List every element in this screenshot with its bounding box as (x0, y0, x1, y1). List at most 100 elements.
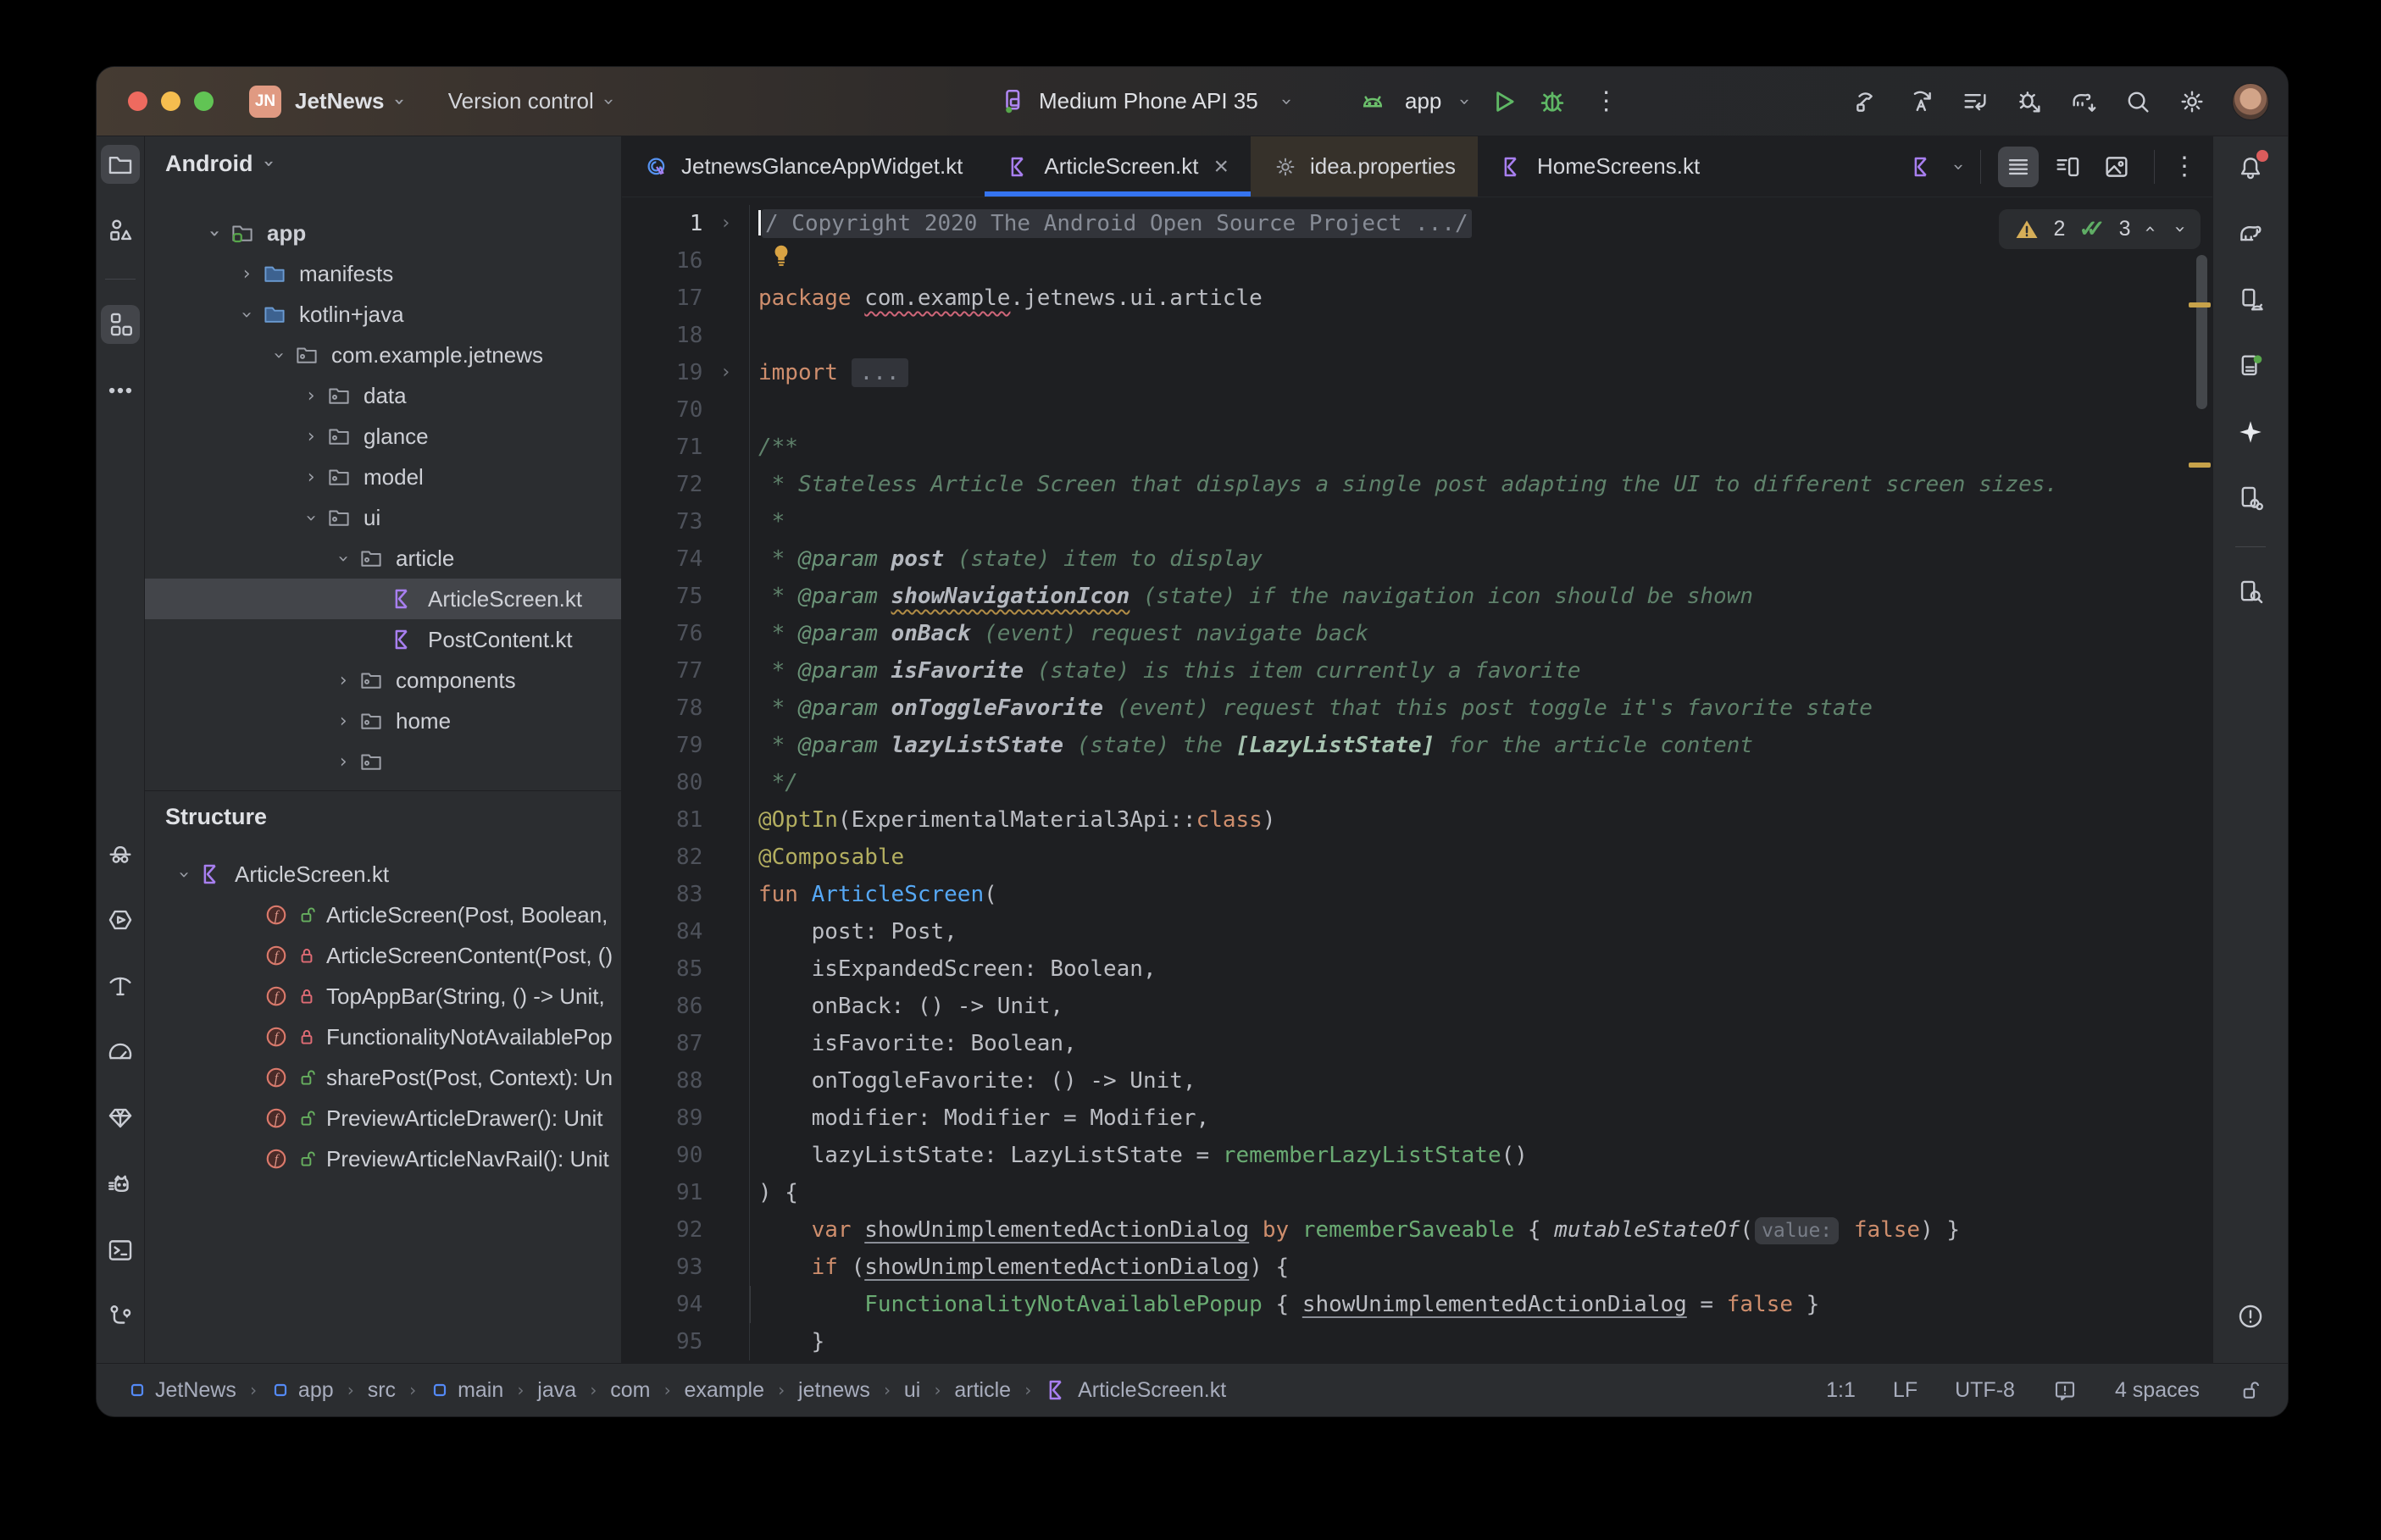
gutter[interactable]: 95 (622, 1323, 750, 1360)
structure-root[interactable]: ›ArticleScreen.kt (145, 854, 621, 895)
editor-scrollbar[interactable] (2196, 255, 2207, 409)
gutter[interactable]: 77 (622, 652, 750, 690)
gutter[interactable]: 93 (622, 1249, 750, 1286)
tool-more-h-button[interactable] (101, 371, 140, 410)
notifications-status-icon[interactable] (2052, 1377, 2078, 1403)
code-viewport[interactable]: 1›/ Copyright 2020 The Android Open Sour… (622, 197, 2212, 1363)
gutter[interactable]: 83 (622, 876, 750, 913)
editor-tab[interactable]: HomeScreens.kt (1478, 136, 1722, 197)
gutter[interactable]: 92 (622, 1211, 750, 1249)
gutter[interactable]: 89 (622, 1100, 750, 1137)
tool-spy-button[interactable] (101, 834, 140, 873)
gutter[interactable]: 86 (622, 988, 750, 1025)
tree-chevron-icon[interactable]: › (328, 711, 358, 732)
gutter[interactable]: 74 (622, 540, 750, 578)
tool-phone-android-button[interactable] (2231, 280, 2270, 319)
editor-tab[interactable]: JetnewsGlanceAppWidget.kt (622, 136, 985, 197)
breadcrumb-item[interactable]: com (610, 1378, 650, 1403)
tool-speedometer-button[interactable] (101, 1033, 140, 1072)
tree-item-article[interactable]: ›article (145, 538, 621, 579)
intention-bulb-icon[interactable] (769, 248, 794, 274)
tool-shapes-button[interactable] (101, 211, 140, 250)
tree-chevron-icon[interactable]: › (269, 340, 290, 370)
tree-item-clipped[interactable]: › (145, 741, 621, 782)
run-configuration[interactable]: app (1405, 88, 1441, 114)
tree-item-glance[interactable]: ›glance (145, 416, 621, 457)
tree-chevron-icon[interactable]: › (236, 299, 258, 330)
tool-phone-green-button[interactable] (2231, 346, 2270, 385)
gutter[interactable]: 80 (622, 764, 750, 801)
breadcrumb-item[interactable]: jetnews (798, 1378, 870, 1403)
minimize-window-button[interactable] (161, 91, 180, 111)
tool-sparkle-button[interactable] (2231, 413, 2270, 451)
gutter[interactable]: 72 (622, 466, 750, 503)
tree-chevron-icon[interactable]: › (328, 670, 358, 691)
gutter[interactable]: 16 (622, 242, 750, 280)
tool-bell-button[interactable] (2231, 148, 2270, 187)
run-button-icon[interactable] (1487, 86, 1519, 118)
structure-item[interactable]: fFunctionalityNotAvailablePop (145, 1017, 621, 1057)
gutter[interactable]: 88 (622, 1062, 750, 1100)
tree-chevron-icon[interactable]: › (333, 543, 354, 573)
tool-phone-link-button[interactable] (2231, 479, 2270, 518)
indent-setting[interactable]: 4 spaces (2115, 1378, 2200, 1403)
file-encoding[interactable]: UTF-8 (1955, 1378, 2015, 1403)
lines-view-button[interactable] (1998, 147, 2039, 187)
tree-chevron-icon[interactable]: › (296, 467, 326, 488)
tree-item-components[interactable]: ›components (145, 660, 621, 701)
gutter[interactable]: 19› (622, 354, 750, 391)
tree-item-app[interactable]: ›app (145, 213, 621, 253)
tree-item-kotlin+java[interactable]: ›kotlin+java (145, 294, 621, 335)
tree-chevron-icon[interactable]: › (204, 218, 225, 248)
gutter[interactable]: 18 (622, 317, 750, 354)
tree-item-data[interactable]: ›data (145, 375, 621, 416)
structure-item[interactable]: fArticleScreen(Post, Boolean, (145, 895, 621, 935)
tree-chevron-icon[interactable]: › (328, 751, 358, 773)
tree-item-ui[interactable]: ›ui (145, 497, 621, 538)
tree-chevron-icon[interactable]: › (174, 859, 195, 889)
debug-button-icon[interactable] (1536, 86, 1568, 118)
bug-attach-button-icon[interactable] (2015, 87, 2044, 116)
sync-a-button-icon[interactable] (1906, 87, 1935, 116)
file-writable-icon[interactable] (2237, 1377, 2262, 1403)
vcs-menu[interactable]: Version control › (448, 88, 613, 114)
previous-problem-icon[interactable]: › (2140, 224, 2161, 235)
breadcrumb-item[interactable]: ui (904, 1378, 920, 1403)
gutter[interactable]: 90 (622, 1137, 750, 1174)
device-selector[interactable]: Medium Phone API 35 › (998, 86, 1291, 117)
structure-item[interactable]: fArticleScreenContent(Post, () (145, 935, 621, 976)
breadcrumb-item[interactable]: ArticleScreen.kt (1045, 1377, 1226, 1403)
close-tab-icon[interactable]: × (1213, 152, 1229, 181)
gutter[interactable]: 85 (622, 950, 750, 988)
breadcrumb-item[interactable]: app (270, 1378, 334, 1403)
warning-stripe-mark[interactable] (2189, 302, 2211, 307)
inspection-widget[interactable]: 2 ✓✓ 3 › › (1999, 209, 2201, 249)
breadcrumb-item[interactable]: article (954, 1378, 1011, 1403)
tool-build-hammer-button[interactable] (101, 967, 140, 1005)
tree-item-ArticleScreen.kt[interactable]: ArticleScreen.kt (145, 579, 621, 619)
gutter[interactable]: 76 (622, 615, 750, 652)
gutter[interactable]: 78 (622, 690, 750, 727)
search-button-icon[interactable] (2123, 87, 2152, 116)
editor-tab[interactable]: idea.properties (1251, 136, 1478, 197)
tool-grid-button[interactable] (101, 305, 140, 344)
gutter[interactable]: 70 (622, 391, 750, 429)
gutter[interactable]: 94 (622, 1286, 750, 1323)
hammer-button-icon[interactable] (1852, 87, 1881, 116)
breadcrumb-item[interactable]: src (368, 1378, 396, 1403)
fold-arrow-icon[interactable]: › (702, 354, 749, 391)
profiler-lines-button-icon[interactable] (1961, 87, 1990, 116)
structure-item[interactable]: fPreviewArticleNavRail(): Unit (145, 1138, 621, 1179)
image-view-button[interactable] (2096, 147, 2137, 187)
gradle-sync-button-icon[interactable] (2069, 87, 2098, 116)
editor-options-icon[interactable]: ⋮ (2172, 152, 2197, 181)
tool-cat-button[interactable] (101, 1165, 140, 1204)
tool-folder-button[interactable] (101, 145, 140, 184)
breadcrumb-item[interactable]: main (430, 1378, 503, 1403)
fold-arrow-icon[interactable]: › (702, 205, 749, 242)
tree-chevron-icon[interactable]: › (231, 263, 262, 285)
gutter[interactable]: 17 (622, 280, 750, 317)
tree-chevron-icon[interactable]: › (296, 426, 326, 447)
gutter[interactable]: 87 (622, 1025, 750, 1062)
gutter[interactable]: 79 (622, 727, 750, 764)
